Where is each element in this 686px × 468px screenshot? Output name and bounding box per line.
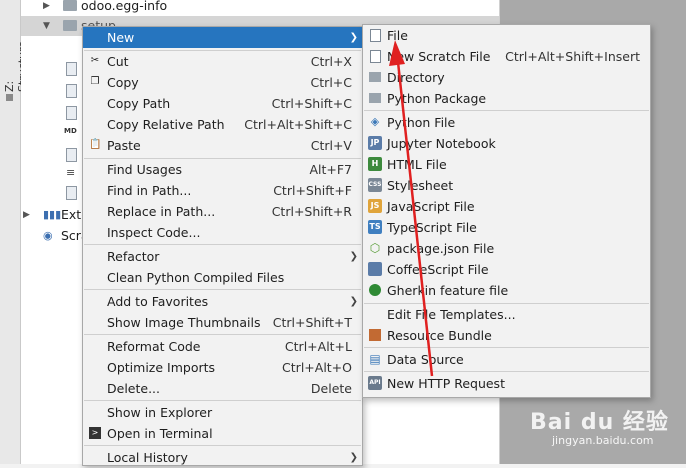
baidu-watermark-logo: Bai du 经验 (530, 410, 669, 435)
annotation-arrow (389, 40, 434, 377)
baidu-watermark-url: jingyan.baidu.com (552, 434, 654, 447)
